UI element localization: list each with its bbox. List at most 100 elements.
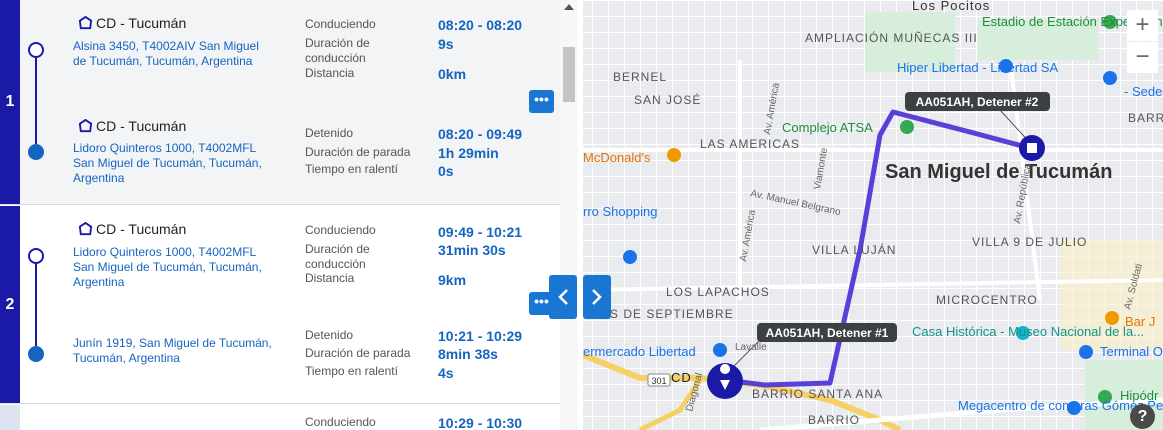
- poi-label[interactable]: rro Shopping: [583, 204, 657, 219]
- stop-tooltip-label: AA051AH, Detener #2: [916, 95, 1039, 109]
- map-label: MICROCENTRO: [936, 293, 1038, 307]
- driving-duration: 9s: [438, 36, 454, 52]
- trip-row[interactable]: 1 CD - Tucumán Alsina 3450, T4002AIV San…: [0, 0, 560, 205]
- idle-value: 4s: [438, 365, 454, 381]
- trip-list: 1 CD - Tucumán Alsina 3450, T4002AIV San…: [0, 0, 578, 430]
- location-name: CD - Tucumán: [96, 118, 187, 134]
- scroll-up-arrow-icon[interactable]: [564, 4, 574, 10]
- map-label: BERNEL: [613, 70, 667, 84]
- stop-tooltip-label: AA051AH, Detener #1: [766, 326, 889, 340]
- map-label: LOS LAPACHOS: [666, 285, 770, 299]
- stop-point-icon: [28, 144, 44, 160]
- shopping-pin-icon[interactable]: [713, 343, 727, 357]
- street-label: Lavalle: [735, 342, 767, 353]
- shopping-pin-icon[interactable]: [1103, 71, 1117, 85]
- trip-number: 1: [0, 0, 20, 204]
- stop-duration: 1h 29min: [438, 145, 499, 161]
- collapse-panel-button[interactable]: [549, 275, 577, 319]
- distance-label: Distancia: [305, 271, 355, 285]
- trip-row[interactable]: 2 CD - Tucumán Lidoro Quinteros 1000, T4…: [0, 206, 560, 404]
- map-label: Los Pocitos: [912, 0, 990, 13]
- stop-time: 08:20 - 09:49: [438, 126, 523, 142]
- list-scrollbar[interactable]: [560, 0, 578, 430]
- map-canvas[interactable]: 301 Los Pocitos AMPLIACIÓN MUÑECAS III B…: [583, 0, 1163, 430]
- trip-number: 2: [0, 206, 20, 403]
- stop-address[interactable]: Lidoro Quinteros 1000, T4002MFL San Migu…: [73, 141, 273, 186]
- map-label: CD: [671, 370, 692, 385]
- distance-value: 9km: [438, 272, 467, 288]
- poi-label[interactable]: Hipódr: [1120, 388, 1159, 403]
- chevron-right-icon: [592, 289, 602, 305]
- help-button[interactable]: ?: [1130, 404, 1155, 429]
- stopped-label: Detenido: [305, 126, 354, 140]
- city-label: San Miguel de Tucumán: [885, 161, 1112, 183]
- scroll-thumb[interactable]: [563, 47, 575, 102]
- driving-address[interactable]: Alsina 3450, T4002AIV San Miguel de Tucu…: [73, 39, 273, 69]
- driving-time: 10:29 - 10:30: [438, 415, 523, 430]
- idle-label: Tiempo en ralentí: [305, 162, 398, 176]
- driving-label: Conduciendo: [305, 223, 376, 237]
- geofence-icon: [78, 15, 93, 29]
- zoom-in-button[interactable]: +: [1127, 10, 1158, 41]
- chevron-left-icon: [558, 289, 568, 305]
- more-options-button[interactable]: •••: [529, 90, 554, 113]
- park-pin-icon[interactable]: [900, 120, 914, 134]
- timeline-line: [35, 264, 37, 346]
- driving-duration-label: Duración de conducción: [305, 242, 370, 271]
- map-label: BARRIO: [808, 413, 860, 427]
- map-label: BARRIO SANTA ANA: [752, 387, 883, 401]
- stop-address[interactable]: Junín 1919, San Miguel de Tucumán, Tucum…: [73, 336, 273, 366]
- poi-label[interactable]: - Sede: [1124, 84, 1162, 99]
- driving-location: CD - Tucumán: [78, 221, 186, 237]
- map-label: VILLA LUJÁN: [812, 242, 896, 257]
- driving-label: Conduciendo: [305, 17, 376, 31]
- map-label: LAS AMERICAS: [700, 137, 800, 151]
- stop-duration-label: Duración de parada: [305, 346, 411, 360]
- trip-screen: 1 CD - Tucumán Alsina 3450, T4002AIV San…: [0, 0, 1163, 430]
- trip-number-bar: [0, 405, 20, 430]
- timeline-line: [35, 58, 37, 144]
- stop-location: CD - Tucumán: [78, 118, 186, 134]
- distance-label: Distancia: [305, 66, 355, 80]
- stop-point-icon: [28, 346, 44, 362]
- start-point-icon: [28, 42, 44, 58]
- driving-label: Conduciendo: [305, 415, 376, 429]
- stopped-label: Detenido: [305, 328, 354, 342]
- poi-label[interactable]: McDonald's: [583, 150, 651, 165]
- stop-time: 10:21 - 10:29: [438, 328, 523, 344]
- idle-value: 0s: [438, 163, 454, 179]
- map-label: VILLA 9 DE JULIO: [972, 235, 1087, 249]
- poi-label[interactable]: ermercado Libertad: [583, 344, 696, 359]
- map-label: BARRIO L PÓLVORA: [1128, 110, 1163, 125]
- map-view[interactable]: 301 Los Pocitos AMPLIACIÓN MUÑECAS III B…: [583, 0, 1163, 430]
- geofence-icon: [78, 221, 93, 235]
- stop-duration-label: Duración de parada: [305, 145, 411, 159]
- route-shield: 301: [651, 376, 666, 386]
- driving-time: 08:20 - 08:20: [438, 17, 523, 33]
- start-point-icon: [28, 248, 44, 264]
- poi-label[interactable]: Terminal Omnibus: [1100, 344, 1163, 359]
- expand-panel-button[interactable]: [583, 275, 611, 319]
- idle-label: Tiempo en ralentí: [305, 364, 398, 378]
- trip-row[interactable]: Conduciendo 10:29 - 10:30: [0, 405, 560, 430]
- map-label: SAN JOSÉ: [634, 92, 701, 107]
- poi-label[interactable]: Bar J: [1125, 314, 1155, 329]
- distance-value: 0km: [438, 66, 467, 82]
- driving-duration-label: Duración de conducción: [305, 36, 370, 65]
- poi-label[interactable]: Hiper Libertad - Libertad SA: [897, 60, 1058, 75]
- stop-duration: 8min 38s: [438, 346, 498, 362]
- geofence-icon: [78, 118, 93, 132]
- map-label: AMPLIACIÓN MUÑECAS III: [805, 30, 978, 45]
- map-label: DOS DE SEPTIEMBRE: [590, 307, 734, 321]
- driving-address[interactable]: Lidoro Quinteros 1000, T4002MFL San Migu…: [73, 245, 273, 290]
- poi-label[interactable]: Complejo ATSA: [782, 120, 873, 135]
- transit-pin-icon[interactable]: [1079, 345, 1093, 359]
- restaurant-pin-icon[interactable]: [1105, 311, 1119, 325]
- poi-label[interactable]: Casa Histórica - Museo Nacional de la...: [912, 324, 1144, 339]
- shopping-pin-icon[interactable]: [623, 250, 637, 264]
- driving-location: CD - Tucumán: [78, 15, 186, 31]
- restaurant-pin-icon[interactable]: [667, 148, 681, 162]
- location-name: CD - Tucumán: [96, 15, 187, 31]
- zoom-out-button[interactable]: −: [1127, 42, 1158, 73]
- location-name: CD - Tucumán: [96, 221, 187, 237]
